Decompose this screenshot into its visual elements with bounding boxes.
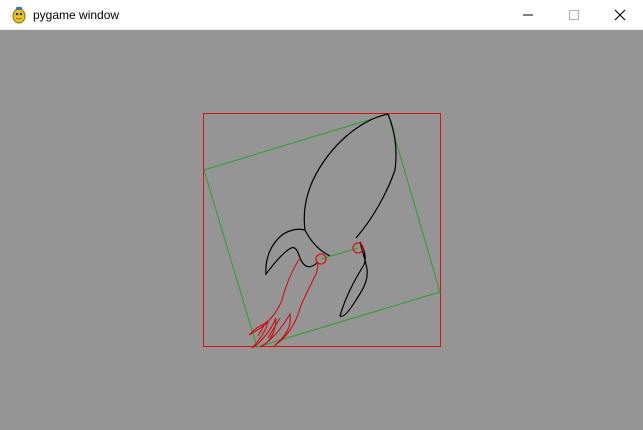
window-left-edge: [0, 30, 2, 430]
maximize-icon: [569, 10, 579, 20]
title-bar[interactable]: pygame window: [0, 0, 643, 30]
pygame-window: pygame window: [0, 0, 643, 430]
game-canvas[interactable]: [0, 30, 643, 430]
canvas-background: [0, 30, 643, 430]
pygame-snake-icon[interactable]: [10, 6, 28, 24]
minimize-button[interactable]: [505, 0, 551, 30]
scene-drawing: [0, 30, 643, 430]
minimize-icon: [523, 14, 533, 16]
window-title: pygame window: [33, 8, 120, 22]
close-button[interactable]: [597, 0, 643, 30]
maximize-button[interactable]: [551, 0, 597, 30]
close-icon: [614, 9, 626, 21]
